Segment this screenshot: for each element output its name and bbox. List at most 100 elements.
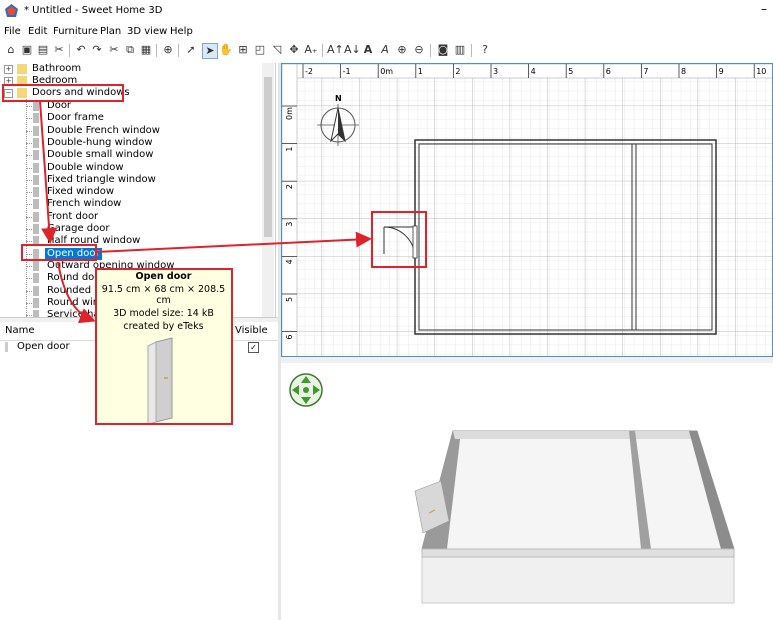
catalog-item[interactable]: Double French window [47,125,160,137]
item-thumbnail-icon [33,310,39,317]
catalog-item[interactable]: Double small window [47,149,153,161]
catalog-item[interactable]: Fixed triangle window [47,174,156,186]
open-icon[interactable]: ▣ [20,43,34,57]
create-video-icon[interactable]: ▥ [453,43,467,57]
item-thumbnail-icon [33,273,39,284]
tree-guide-line [26,99,28,317]
create-walls-icon[interactable]: ⊞ [236,43,250,57]
undo-icon[interactable]: ↶ [74,43,88,57]
window-title: * Untitled - Sweet Home 3D [24,5,163,16]
bold-icon[interactable]: A [361,43,375,57]
menu-furniture[interactable]: Furniture [53,26,98,37]
y-ruler-label: 0m [285,107,294,120]
folder-icon [17,64,27,74]
catalog-item[interactable]: Garage door [47,223,110,235]
x-ruler-label: 2 [455,67,460,76]
expand-icon[interactable]: + [4,65,13,74]
catalog-item[interactable]: Front door [47,211,98,223]
category-bathroom[interactable]: Bathroom [32,63,81,75]
zoom-in-icon[interactable]: ⊕ [395,43,409,57]
item-thumbnail-icon [33,125,39,136]
menu-3d-view[interactable]: 3D view [127,26,167,37]
x-ruler-label: 5 [568,67,573,76]
item-thumbnail-icon [33,224,39,234]
create-polylines-icon[interactable]: ◹ [270,43,284,57]
item-thumbnail-icon [33,187,39,198]
column-visible[interactable]: Visible [235,325,268,336]
item-thumbnail-icon [33,285,39,296]
x-ruler-label: 10 [756,67,766,76]
increase-text-size-icon[interactable]: A↑ [327,43,344,57]
toolbar-separator [156,44,157,57]
menu-file[interactable]: File [4,26,21,37]
item-thumbnail-icon [33,260,39,271]
minimize-button[interactable]: – [761,2,767,16]
pan-icon[interactable]: ✋ [219,43,233,57]
menu-bar: File Edit Furniture Plan 3D view Help [0,24,773,40]
3d-house-model [414,430,735,604]
catalog-item[interactable]: French window [47,198,121,210]
visible-checkbox[interactable]: ✓ [248,342,259,353]
catalog-scrollbar-thumb[interactable] [264,77,272,237]
3d-canvas [289,373,735,604]
x-ruler [282,64,772,79]
toolbar: ⌂ ▣ ▤ ✂ ↶ ↷ ✂ ⧉ ▦ ⊕ ➚ ➤ ✋ ⊞ ◰ ◹ ✥ A₊ A↑ … [0,41,773,61]
item-thumbnail-icon [33,174,39,185]
x-ruler-label: -2 [305,67,313,76]
catalog-item[interactable]: Door frame [47,112,104,124]
catalog-item[interactable]: Double-hung window [47,137,153,149]
catalog-item[interactable]: Double window [47,162,124,174]
create-photo-icon[interactable]: ◙ [436,43,450,57]
sweet-home-3d-logo-icon [5,4,18,17]
annotation-box-tooltip [95,268,233,425]
compass-north-label: N [335,94,342,103]
copy-icon[interactable]: ⧉ [123,43,137,57]
y-ruler-label: 6 [285,335,294,340]
3d-view[interactable] [281,363,773,620]
y-ruler-label: 5 [285,297,294,302]
menu-edit[interactable]: Edit [28,26,47,37]
plan-view[interactable]: -2 -1 0m 1 2 3 4 5 6 7 8 9 10 0m 1 2 3 4 5 6 N [281,63,773,357]
annotation-box-item [21,244,97,261]
catalog-item[interactable]: Fixed window [47,186,114,198]
decrease-text-size-icon[interactable]: A↓ [344,43,361,57]
x-ruler-label: 9 [719,67,724,76]
toolbar-separator [178,44,179,57]
create-rooms-icon[interactable]: ◰ [253,43,267,57]
select-arrow-icon[interactable]: ➤ [202,43,218,59]
redo-icon[interactable]: ↷ [90,43,104,57]
column-name[interactable]: Name [5,325,35,336]
italic-icon[interactable]: A [378,43,392,57]
add-furniture-icon[interactable]: ⊕ [161,43,175,57]
menu-plan[interactable]: Plan [100,26,121,37]
new-home-icon[interactable]: ⌂ [4,43,18,57]
x-ruler-label: 6 [606,67,611,76]
item-thumbnail-icon [33,150,39,161]
plan-grid [297,78,772,356]
cut-disabled-icon[interactable]: ✂ [107,43,121,57]
help-icon[interactable]: ? [478,43,492,57]
x-ruler-label: 0m [380,67,393,76]
item-thumbnail-icon [33,297,39,308]
navigation-arrows-icon[interactable] [289,373,323,407]
menu-help[interactable]: Help [170,26,193,37]
zoom-out-icon[interactable]: ⊖ [412,43,426,57]
cut-icon[interactable]: ✂ [52,43,66,57]
y-ruler-label: 1 [285,147,294,152]
select-mode-icon[interactable]: ➚ [184,43,198,57]
annotation-box-plan-door [371,211,427,268]
item-thumbnail-icon [33,137,39,148]
add-text-icon[interactable]: A₊ [304,43,318,57]
y-ruler-label: 4 [285,259,294,264]
save-icon[interactable]: ▤ [36,43,50,57]
create-dimensions-icon[interactable]: ✥ [287,43,301,57]
y-ruler-label: 3 [285,222,294,227]
toolbar-separator [69,44,70,57]
paste-icon[interactable]: ▦ [139,43,153,57]
item-thumbnail-icon [33,162,39,173]
toolbar-separator [471,44,472,57]
x-ruler-label: 4 [531,67,536,76]
title-bar: * Untitled - Sweet Home 3D – [0,0,773,22]
plan-canvas: -2 -1 0m 1 2 3 4 5 6 7 8 9 10 0m 1 2 3 4 5 6 N [282,64,772,356]
toolbar-separator [322,44,323,57]
